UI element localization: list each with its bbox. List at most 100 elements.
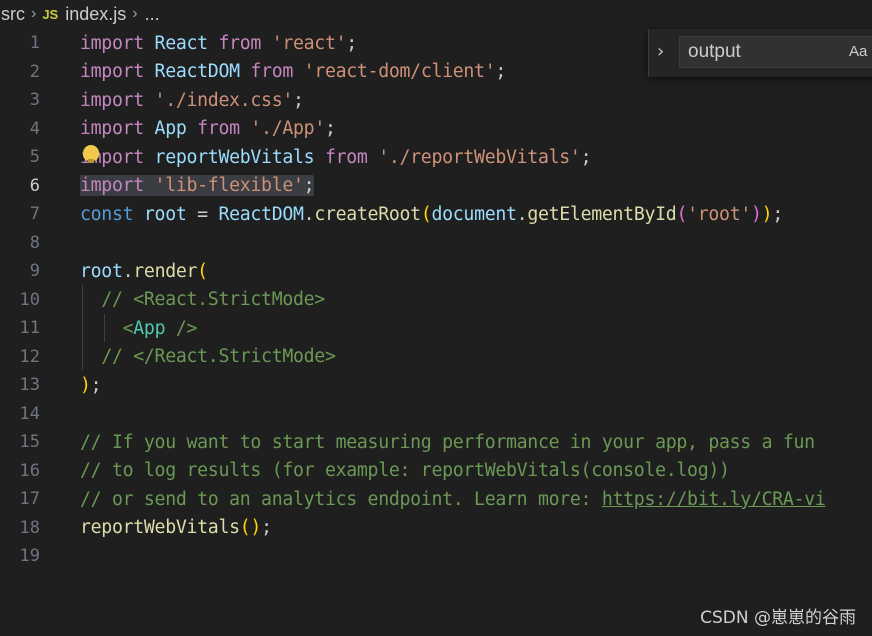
code-line[interactable]: 8 — [0, 229, 872, 258]
code-line[interactable]: 13); — [0, 371, 872, 400]
code-text: // </React.StrictMode> — [80, 346, 336, 367]
code-text: <App /> — [80, 317, 198, 339]
code-text: // If you want to start measuring perfor… — [80, 432, 815, 453]
code-line[interactable]: 10 // <React.StrictMode> — [0, 286, 872, 315]
code-token: ; — [346, 32, 357, 54]
code-token: './App' — [239, 118, 325, 140]
code-line[interactable]: 19 — [0, 542, 872, 571]
code-token: import — [80, 118, 144, 140]
code-line[interactable]: 11 <App /> — [0, 314, 872, 343]
code-text: import App from './App'; — [80, 118, 336, 139]
line-number: 2 — [29, 61, 40, 82]
code-token: import — [80, 175, 144, 197]
code-text: const root = ReactDOM.createRoot(documen… — [80, 204, 783, 225]
line-number: 5 — [29, 147, 40, 168]
code-token[interactable]: https://bit.ly/CRA-vi — [602, 489, 826, 510]
code-token: root — [133, 203, 187, 225]
line-number: 18 — [19, 517, 40, 538]
code-text: import 'lib-flexible'; — [80, 175, 315, 197]
code-token: ; — [772, 203, 783, 225]
code-token: . — [516, 203, 528, 225]
code-editor[interactable]: 1 import React from 'react'; 2 import React… — [0, 29, 872, 589]
code-token: ; — [580, 146, 592, 168]
code-text: reportWebVitals(); — [80, 517, 272, 538]
code-token: // or send to an analytics endpoint. Lea… — [80, 488, 602, 510]
code-text: ); — [80, 374, 102, 396]
code-line[interactable]: 7 const root = ReactDOM.createRoot(docume… — [0, 200, 872, 229]
code-token: // </React.StrictMode> — [101, 346, 336, 368]
code-token: document — [431, 203, 517, 225]
breadcrumb: src › JS index.js › ... — [0, 0, 872, 28]
line-number: 8 — [29, 232, 40, 253]
code-token: getElementById — [527, 203, 677, 225]
find-input[interactable] — [679, 36, 872, 68]
code-text: import ReactDOM from 'react-dom/client'; — [80, 61, 506, 82]
code-token: render — [133, 260, 198, 282]
code-line[interactable]: 16 // to log results (for example: report… — [0, 457, 872, 486]
code-line[interactable]: 3 import './index.css'; — [0, 86, 872, 115]
code-token: = — [186, 203, 219, 225]
breadcrumb-more[interactable]: ... — [145, 4, 160, 25]
code-token: ReactDOM — [143, 61, 241, 83]
line-number: 12 — [19, 346, 40, 367]
code-token: ) — [80, 374, 91, 396]
code-token: ; — [303, 175, 315, 197]
code-line[interactable]: 6 import 'lib-flexible'; — [0, 172, 872, 201]
code-token: /> — [165, 317, 198, 339]
code-text: root.render( — [80, 261, 208, 282]
code-token: // If you want to start measuring perfor… — [80, 431, 815, 453]
code-token: './reportWebVitals' — [367, 146, 581, 168]
code-token: reportWebVitals — [143, 146, 315, 168]
code-line[interactable]: 5 import reportWebVitals from './reportWe… — [0, 143, 872, 172]
code-token: 'react-dom/client' — [293, 61, 496, 83]
code-token: ( — [676, 203, 688, 225]
code-token: from — [314, 146, 368, 168]
code-text: import React from 'react'; — [80, 33, 357, 54]
code-token: . — [122, 260, 134, 282]
code-token: App — [133, 317, 166, 339]
line-number: 17 — [19, 489, 40, 510]
code-token: . — [303, 203, 315, 225]
code-token: App — [143, 118, 187, 140]
code-line[interactable]: 4 import App from './App'; — [0, 115, 872, 144]
code-text: import reportWebVitals from './reportWeb… — [80, 146, 592, 168]
code-line[interactable]: 18 reportWebVitals(); — [0, 514, 872, 543]
code-token: () — [239, 517, 262, 539]
code-token: React — [143, 32, 209, 54]
line-number: 1 — [29, 33, 40, 54]
lightbulb-icon[interactable] — [83, 145, 99, 163]
chevron-right-icon: › — [132, 5, 138, 22]
line-number: 7 — [29, 204, 40, 225]
toggle-replace-chevron-icon[interactable]: › — [657, 41, 664, 62]
breadcrumb-file[interactable]: index.js — [65, 4, 126, 25]
code-token: from — [239, 61, 294, 83]
line-number: 15 — [19, 432, 40, 453]
code-token: // <React.StrictMode> — [101, 289, 325, 311]
line-number: 16 — [19, 460, 40, 481]
code-token: 'lib-flexible' — [143, 175, 304, 197]
code-text: // <React.StrictMode> — [80, 289, 325, 310]
code-line[interactable]: 14 — [0, 400, 872, 429]
code-token: ; — [90, 374, 102, 396]
code-token: ( — [197, 260, 208, 282]
match-case-icon[interactable]: Aa — [849, 43, 867, 60]
line-number: 14 — [19, 403, 40, 424]
code-token: root — [80, 260, 123, 282]
code-token: ; — [261, 517, 272, 539]
line-number: 4 — [29, 118, 40, 139]
chevron-right-icon: › — [31, 5, 37, 22]
code-line[interactable]: 12 // </React.StrictMode> — [0, 343, 872, 372]
code-token: createRoot — [314, 203, 421, 225]
code-token: 'react' — [261, 32, 347, 54]
breadcrumb-folder[interactable]: src — [1, 4, 25, 25]
code-token: ( — [420, 203, 432, 225]
code-token: ) — [751, 203, 762, 225]
code-text: import './index.css'; — [80, 90, 304, 111]
code-token: import — [80, 61, 144, 83]
code-line[interactable]: 15 // If you want to start measuring perf… — [0, 428, 872, 457]
line-number: 13 — [19, 375, 40, 396]
code-line[interactable]: 17 // or send to an analytics endpoint. L… — [0, 485, 872, 514]
code-line[interactable]: 9 root.render( — [0, 257, 872, 286]
